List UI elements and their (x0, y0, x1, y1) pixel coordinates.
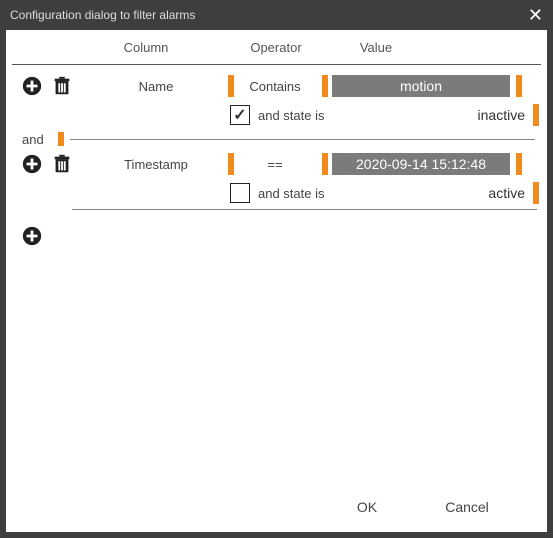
delete-rule-icon[interactable] (50, 152, 74, 176)
dialog-footer: OK Cancel (6, 482, 547, 532)
state-value-selector[interactable]: active (348, 185, 533, 201)
state-row: and state is active (6, 179, 547, 207)
state-row: ✓ and state is inactive (6, 101, 547, 129)
operator-selector[interactable]: == (234, 157, 316, 172)
header-operator: Operator (226, 40, 326, 55)
filter-rule: Name Contains motion (6, 71, 547, 101)
connector-selector[interactable]: and (22, 132, 52, 147)
accent-bar (516, 75, 522, 97)
filter-rule: Timestamp == 2020-09-14 15:12:48 (6, 149, 547, 179)
close-icon[interactable]: ✕ (528, 5, 543, 26)
accent-bar (533, 182, 539, 204)
add-rule-icon[interactable] (20, 74, 44, 98)
state-checkbox[interactable] (230, 183, 250, 203)
value-input[interactable]: motion (332, 75, 510, 97)
connector-row: and (6, 131, 547, 147)
header-value: Value (326, 40, 426, 55)
state-value-selector[interactable]: inactive (348, 107, 533, 123)
add-rule-icon[interactable] (20, 224, 44, 248)
add-rule-icon[interactable] (20, 152, 44, 176)
accent-bar (516, 153, 522, 175)
column-selector[interactable]: Timestamp (90, 157, 222, 172)
divider (70, 139, 535, 140)
column-selector[interactable]: Name (90, 79, 222, 94)
column-headers: Column Operator Value (6, 30, 547, 64)
ok-button[interactable]: OK (317, 499, 417, 515)
value-input[interactable]: 2020-09-14 15:12:48 (332, 153, 510, 175)
delete-rule-icon[interactable] (50, 74, 74, 98)
dialog-title: Configuration dialog to filter alarms (10, 8, 195, 22)
state-checkbox[interactable]: ✓ (230, 105, 250, 125)
divider (12, 64, 541, 65)
cancel-button[interactable]: Cancel (417, 499, 517, 515)
accent-bar (58, 132, 64, 146)
dialog-panel: Column Operator Value Name Contains moti… (6, 30, 547, 532)
state-label: and state is (258, 108, 348, 123)
header-column: Column (66, 40, 226, 55)
operator-selector[interactable]: Contains (234, 79, 316, 94)
accent-bar (533, 104, 539, 126)
state-label: and state is (258, 186, 348, 201)
